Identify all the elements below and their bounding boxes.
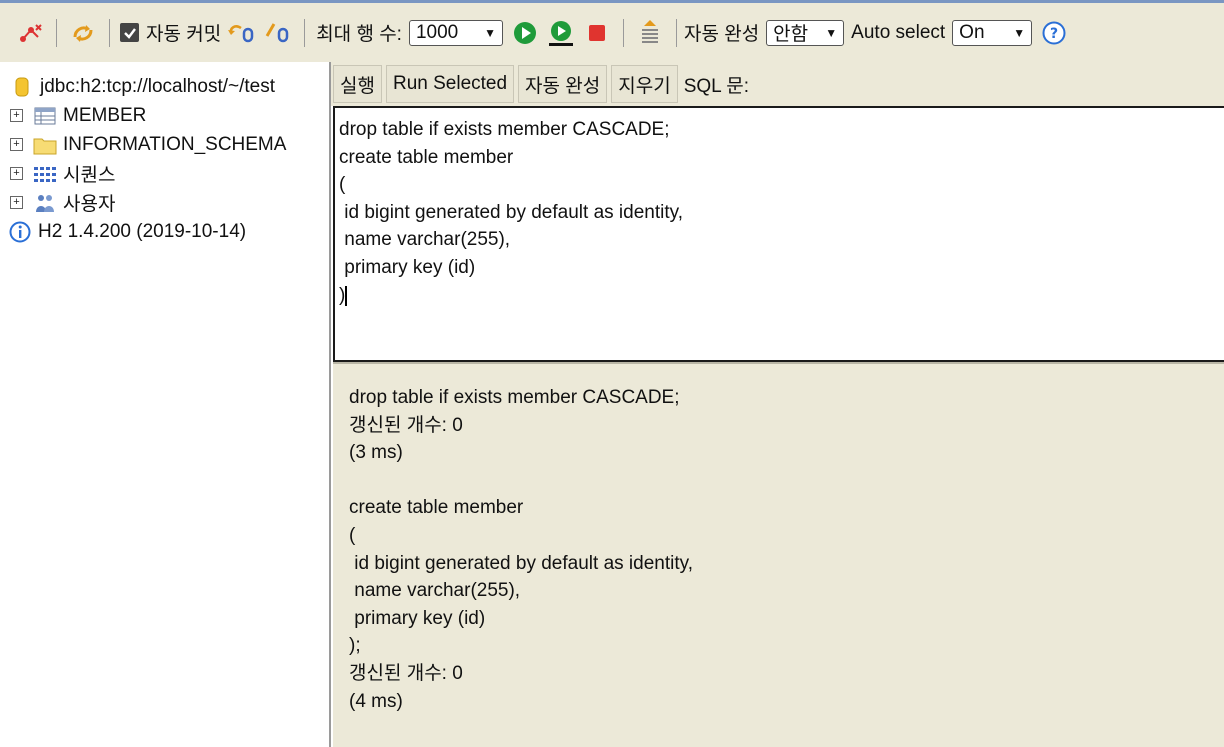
run-button[interactable]: 실행 [333, 65, 382, 103]
result-line: 갱신된 개수: 0 [349, 662, 463, 684]
toolbar-separator [56, 18, 57, 47]
run-selected-icon[interactable] [546, 18, 576, 48]
chevron-down-icon: ▼ [1013, 25, 1026, 40]
toolbar-separator [675, 18, 677, 47]
chevron-down-icon: ▼ [484, 25, 496, 40]
expand-icon[interactable]: + [10, 138, 23, 151]
expand-icon[interactable]: + [10, 167, 23, 180]
result-line: ); [349, 635, 361, 657]
svg-text:?: ? [1050, 26, 1058, 42]
autocomplete-button[interactable]: 자동 완성 [518, 65, 608, 103]
history-icon[interactable] [635, 18, 665, 48]
tree-item-users[interactable]: + 사용자 [0, 188, 329, 217]
result-line: id bigint generated by default as identi… [349, 552, 693, 574]
database-icon [10, 76, 34, 98]
result-line: 갱신된 개수: 0 [349, 414, 463, 436]
editor-line: id bigint generated by default as identi… [339, 201, 683, 223]
sequence-icon [33, 163, 57, 185]
auto-select-label: Auto select [851, 21, 946, 43]
tree-item-member[interactable]: + MEMBER [0, 101, 329, 130]
tree-connection-label: jdbc:h2:tcp://localhost/~/test [40, 75, 275, 97]
autocomplete-label: 자동 완성 [683, 24, 760, 45]
editor-line: name varchar(255), [339, 229, 511, 251]
auto-select-select[interactable]: On ▼ [952, 19, 1033, 46]
expand-icon[interactable]: + [10, 196, 23, 209]
toolbar-separator [622, 18, 624, 47]
chevron-down-icon: ▼ [825, 25, 838, 40]
result-line: drop table if exists member CASCADE; [349, 387, 680, 408]
max-rows-select[interactable]: 1000 ▼ [408, 19, 503, 46]
rollback-icon[interactable] [227, 18, 257, 48]
tree-connection[interactable]: jdbc:h2:tcp://localhost/~/test [0, 72, 329, 101]
schema-tree: jdbc:h2:tcp://localhost/~/test + MEMBER … [0, 62, 331, 747]
tree-item-information-schema[interactable]: + INFORMATION_SCHEMA [0, 130, 329, 159]
help-icon[interactable]: ? [1039, 18, 1069, 48]
users-icon [33, 192, 57, 214]
max-rows-label: 최대 행 수: [316, 24, 402, 45]
main-toolbar: 자동 커밋 최대 행 수: 1000 ▼ 자동 완성 안함 ▼ Auto sel… [0, 0, 1224, 62]
result-line: (3 ms) [349, 442, 403, 464]
commit-icon[interactable] [263, 18, 293, 48]
tree-version-label: H2 1.4.200 (2019-10-14) [38, 220, 247, 242]
disconnect-icon[interactable] [15, 18, 45, 48]
tree-version: H2 1.4.200 (2019-10-14) [0, 217, 329, 246]
table-icon [33, 105, 57, 127]
result-line [349, 467, 1224, 495]
editor-line: create table member [339, 146, 514, 168]
editor-last-line: ) [339, 282, 1224, 310]
run-icon[interactable] [510, 18, 540, 48]
sql-statement-label: SQL 문: [683, 75, 750, 97]
max-rows-value: 1000 [415, 21, 459, 43]
editor-line: ( [339, 174, 346, 196]
toolbar-separator [109, 18, 110, 47]
folder-icon [33, 134, 57, 156]
tree-item-label: INFORMATION_SCHEMA [63, 133, 287, 155]
sql-button-bar: 실행 Run Selected 자동 완성 지우기 SQL 문: [331, 62, 1224, 106]
toolbar-separator [304, 18, 306, 47]
auto-commit-label[interactable]: 자동 커밋 [146, 19, 221, 46]
clear-button[interactable]: 지우기 [611, 65, 678, 103]
result-line: (4 ms) [349, 690, 403, 712]
stop-icon[interactable] [582, 18, 612, 48]
tree-item-sequences[interactable]: + 시퀀스 [0, 159, 329, 188]
run-selected-button[interactable]: Run Selected [385, 65, 515, 103]
sql-editor[interactable]: drop table if exists member CASCADE; cre… [333, 106, 1224, 362]
editor-line: primary key (id) [339, 256, 476, 278]
autocomplete-select[interactable]: 안함 ▼ [766, 19, 845, 46]
expand-icon[interactable]: + [10, 109, 23, 122]
info-icon [8, 221, 32, 243]
result-line: primary key (id) [349, 607, 486, 629]
autocomplete-value: 안함 [773, 24, 809, 45]
result-line: name varchar(255), [349, 580, 521, 602]
text-caret [345, 285, 348, 306]
auto-select-value: On [959, 21, 985, 43]
result-line: ( [349, 524, 356, 546]
result-line: create table member [349, 497, 524, 519]
refresh-icon[interactable] [68, 18, 98, 48]
tree-item-label: 사용자 [63, 194, 116, 215]
result-panel: drop table if exists member CASCADE; 갱신된… [333, 362, 1224, 747]
editor-line: drop table if exists member CASCADE; [339, 119, 670, 140]
auto-commit-checkbox[interactable] [120, 23, 139, 42]
tree-item-label: MEMBER [63, 104, 147, 126]
tree-item-label: 시퀀스 [63, 165, 116, 186]
